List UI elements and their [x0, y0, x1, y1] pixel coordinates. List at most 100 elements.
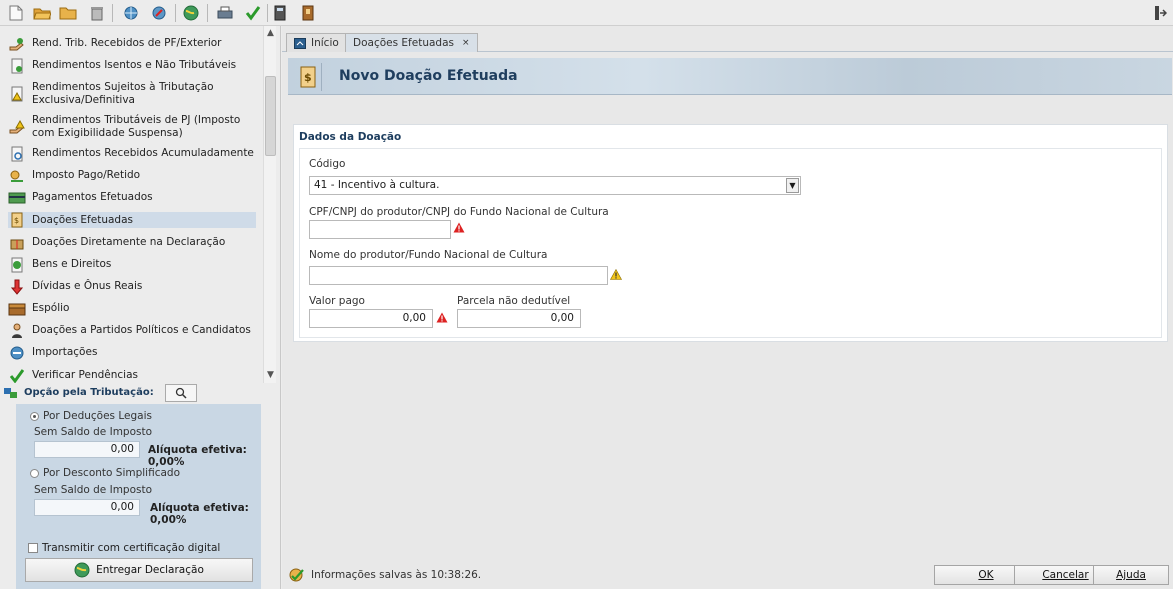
sidebar-item-verificar[interactable]: Verificar Pendências	[8, 368, 256, 383]
scroll-up-icon[interactable]: ▲	[264, 27, 277, 40]
error-icon	[453, 222, 465, 233]
sidebar-item-doacoes-partidos[interactable]: Doações a Partidos Políticos e Candidato…	[8, 323, 256, 338]
tax-option-panel: Por Deduções Legais Sem Saldo de Imposto…	[16, 404, 261, 589]
sidebar-item-pagamentos[interactable]: Pagamentos Efetuados	[8, 190, 256, 205]
sidebar-item-doacoes-efetuadas[interactable]: $ Doações Efetuadas	[8, 212, 256, 228]
radio-label: Por Desconto Simplificado	[43, 467, 181, 479]
import-icon	[8, 345, 26, 361]
simplificado-saldo-label: Sem Saldo de Imposto	[34, 484, 153, 496]
nome-label: Nome do produtor/Fundo Nacional de Cultu…	[309, 249, 548, 261]
money-bag-icon: $	[8, 212, 26, 228]
sidebar-item-rend-pj-suspensa[interactable]: Rendimentos Tributáveis de PJ (Imposto c…	[8, 113, 256, 140]
sidebar-item-rend-trib-pf[interactable]: Rend. Trib. Recebidos de PF/Exterior	[8, 36, 256, 51]
cpf-input[interactable]	[309, 220, 451, 239]
sidebar-item-label: Rend. Trib. Recebidos de PF/Exterior	[32, 37, 222, 49]
sidebar-item-importacoes[interactable]: Importações	[8, 345, 256, 360]
calculator-icon[interactable]	[270, 3, 290, 23]
codigo-select[interactable]: 41 - Incentivo à cultura. ▼	[309, 176, 801, 195]
sidebar-item-label: Rendimentos Sujeitos à Tributação Exclus…	[32, 80, 214, 106]
tab-inicio[interactable]: Início	[286, 33, 347, 52]
svg-text:$: $	[304, 71, 312, 84]
sidebar-item-label: Dívidas e Ônus Reais	[32, 280, 143, 292]
network-sync-icon[interactable]	[149, 3, 169, 23]
sidebar-item-rend-isentos[interactable]: Rendimentos Isentos e Não Tributáveis	[8, 58, 256, 73]
valor-input[interactable]: 0,00	[309, 309, 433, 328]
tax-icon	[8, 168, 26, 184]
new-file-icon[interactable]	[6, 3, 26, 23]
sidebar-scrollbar[interactable]: ▲ ▼	[263, 26, 276, 383]
hand-money-icon	[8, 36, 26, 52]
sidebar-item-dividas[interactable]: Dívidas e Ônus Reais	[8, 279, 256, 295]
sidebar-item-rend-exclusiva[interactable]: Rendimentos Sujeitos à Tributação Exclus…	[8, 80, 256, 107]
sidebar-item-label: Rendimentos Tributáveis de PJ (Imposto c…	[32, 113, 241, 139]
globe-icon[interactable]	[181, 3, 201, 23]
scroll-thumb[interactable]	[265, 76, 276, 156]
sidebar-item-label: Imposto Pago/Retido	[32, 169, 141, 181]
book-icon[interactable]	[298, 3, 318, 23]
valor-label: Valor pago	[309, 295, 365, 307]
sidebar-item-rend-acumulado[interactable]: Rendimentos Recebidos Acumuladamente	[8, 146, 256, 161]
exit-icon[interactable]	[1150, 3, 1170, 23]
trash-icon[interactable]	[87, 3, 107, 23]
deducoes-aliquota: Alíquota efetiva: 0,00%	[148, 444, 247, 468]
tab-doacoes-efetuadas[interactable]: Doações Efetuadas ×	[345, 33, 478, 52]
donation-form: Dados da Doação Código 41 - Incentivo à …	[293, 124, 1168, 342]
entregar-label: Entregar Declaração	[96, 564, 204, 576]
sidebar-item-label: Espólio	[32, 302, 70, 314]
radio-label: Por Deduções Legais	[43, 410, 152, 422]
status-text: Informações salvas às 10:38:26.	[311, 569, 482, 581]
sidebar-item-bens-direitos[interactable]: Bens e Direitos	[8, 257, 256, 272]
chevron-down-icon[interactable]: ▼	[786, 178, 799, 193]
sidebar-item-label: Doações a Partidos Políticos e Candidato…	[32, 324, 251, 336]
search-button[interactable]	[164, 383, 197, 402]
tax-option-header: Opção pela Tributação:	[0, 382, 276, 403]
chest-icon	[8, 301, 26, 317]
parcela-input[interactable]: 0,00	[457, 309, 581, 328]
sidebar-item-label: Rendimentos Isentos e Não Tributáveis	[32, 59, 237, 71]
folder-icon[interactable]	[58, 3, 78, 23]
deducoes-value: 0,00	[34, 441, 140, 458]
network-icon[interactable]	[121, 3, 141, 23]
simplificado-aliquota: Alíquota efetiva: 0,00%	[150, 502, 249, 526]
scroll-down-icon[interactable]: ▼	[264, 369, 277, 382]
person-icon	[8, 323, 26, 339]
checkbox-label: Transmitir com certificação digital	[42, 542, 221, 554]
section-title: Dados da Doação	[299, 131, 402, 143]
sidebar-item-label: Bens e Direitos	[32, 258, 112, 270]
status-bar: Informações salvas às 10:38:26.	[288, 567, 481, 583]
tax-option-icon	[3, 386, 19, 400]
nome-input[interactable]	[309, 266, 608, 285]
sidebar-item-espolio[interactable]: Espólio	[8, 301, 256, 316]
document-search-icon	[8, 146, 26, 162]
transmitir-checkbox[interactable]: Transmitir com certificação digital	[28, 542, 220, 554]
radio-desconto-simplificado[interactable]: Por Desconto Simplificado	[30, 467, 180, 479]
sidebar-item-doacoes-diretamente[interactable]: Doações Diretamente na Declaração	[8, 235, 256, 250]
svg-text:$: $	[14, 216, 19, 225]
gift-icon	[8, 235, 26, 251]
print-icon[interactable]	[215, 3, 235, 23]
close-icon[interactable]: ×	[462, 38, 470, 48]
sidebar: Rend. Trib. Recebidos de PF/Exterior Ren…	[0, 26, 281, 589]
toolbar	[0, 0, 1173, 26]
entregar-declaracao-button[interactable]: Entregar Declaração	[25, 558, 253, 582]
simplificado-value: 0,00	[34, 499, 140, 516]
radio-dot	[30, 411, 39, 421]
sidebar-item-imposto-pago[interactable]: Imposto Pago/Retido	[8, 168, 256, 183]
parcela-label: Parcela não dedutível	[457, 295, 571, 307]
sidebar-item-label: Doações Efetuadas	[32, 213, 133, 226]
sidebar-item-label: Rendimentos Recebidos Acumuladamente	[32, 147, 254, 159]
open-folder-icon[interactable]	[32, 3, 52, 23]
codigo-label: Código	[309, 158, 346, 170]
sidebar-item-label: Importações	[32, 346, 98, 358]
radio-deducoes-legais[interactable]: Por Deduções Legais	[30, 410, 152, 422]
check-icon	[8, 368, 26, 384]
save-status-icon	[289, 568, 304, 582]
coins-icon	[8, 257, 26, 273]
sidebar-item-label: Pagamentos Efetuados	[32, 191, 153, 203]
page-banner: $ Novo Doação Efetuada	[288, 58, 1172, 95]
declaration-nav-list: Rend. Trib. Recebidos de PF/Exterior Ren…	[0, 26, 262, 383]
tax-option-label: Opção pela Tributação:	[24, 387, 154, 398]
help-button[interactable]: Ajuda	[1093, 565, 1169, 585]
checkmark-icon[interactable]	[243, 3, 263, 23]
warning-document-icon	[8, 86, 26, 102]
